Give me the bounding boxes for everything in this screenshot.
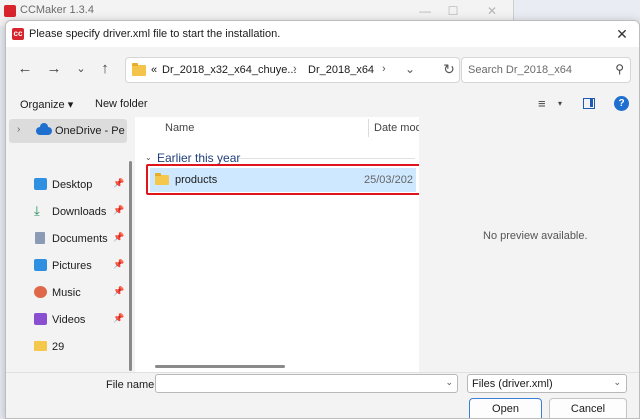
videos-icon <box>34 313 47 325</box>
forward-arrow-icon[interactable]: → <box>43 59 65 79</box>
back-arrow-icon[interactable]: ← <box>14 59 36 79</box>
column-header-name[interactable]: Name <box>165 117 194 139</box>
sidebar-item-pictures[interactable]: Pictures 📌 <box>33 256 128 276</box>
breadcrumb-item[interactable]: Dr_2018_x64 <box>308 64 374 76</box>
background-app-title: CCMaker 1.3.4 <box>20 4 94 16</box>
address-dropdown-chevron-icon[interactable]: ⌄ <box>405 62 415 76</box>
pin-icon: 📌 <box>113 259 125 269</box>
search-icon: ⚲ <box>615 62 624 76</box>
documents-icon <box>35 232 45 244</box>
sidebar-item-videos[interactable]: Videos 📌 <box>33 310 128 330</box>
expand-chevron-icon[interactable]: › <box>17 124 20 135</box>
navigation-row: ← → ⌄ ↑ « Dr_2018_x32_x64_chuye... › Dr_… <box>6 47 639 91</box>
open-file-dialog: cc Please specify driver.xml file to sta… <box>5 20 640 419</box>
preview-pane-icon[interactable] <box>583 98 595 109</box>
navigation-pane: › OneDrive - Perso Desktop 📌 ⤓ Downloads… <box>6 117 135 372</box>
dialog-close-button[interactable]: ✕ <box>611 24 633 44</box>
sidebar-item-label: Desktop <box>52 179 93 191</box>
file-type-select[interactable]: Files (driver.xml) ⌄ <box>467 374 627 393</box>
cancel-button[interactable]: Cancel <box>549 398 627 418</box>
folder-icon <box>34 341 47 351</box>
pin-icon: 📌 <box>113 313 125 323</box>
sidebar-item-label: Videos <box>52 314 86 326</box>
preview-message: No preview available. <box>483 230 588 242</box>
pin-icon: 📌 <box>113 286 125 296</box>
desktop-icon <box>34 178 47 190</box>
command-bar: Organize ▾ New folder ≡ ▾ <box>6 91 639 117</box>
maximize-icon[interactable]: ☐ <box>440 2 466 20</box>
sidebar-item-label: OneDrive - Perso <box>55 125 125 137</box>
open-button[interactable]: Open <box>469 398 542 418</box>
sidebar-item-label: Pictures <box>52 260 92 272</box>
view-dropdown-chevron-icon[interactable]: ▾ <box>558 99 562 108</box>
pin-icon: 📌 <box>113 205 125 215</box>
file-type-value: Files (driver.xml) <box>472 378 553 390</box>
search-box[interactable]: Search Dr_2018_x64 ⚲ <box>461 57 631 83</box>
folder-icon <box>132 63 146 76</box>
download-icon: ⤓ <box>34 203 40 218</box>
help-icon[interactable]: ? <box>614 96 629 111</box>
column-header-date-modified[interactable]: Date mod <box>374 117 419 139</box>
recent-locations-chevron-icon[interactable]: ⌄ <box>70 59 92 79</box>
ccmaker-app-icon <box>4 5 16 17</box>
address-bar[interactable]: « Dr_2018_x32_x64_chuye... › Dr_2018_x64… <box>125 57 460 83</box>
sidebar-item-label: Documents <box>52 233 108 245</box>
sidebar-item-downloads[interactable]: ⤓ Downloads 📌 <box>33 202 128 222</box>
minimize-icon[interactable]: — <box>412 2 438 20</box>
close-icon[interactable]: ✕ <box>479 2 505 20</box>
sidebar-item-label: 29 <box>52 341 65 353</box>
file-name-label: File name: <box>106 379 158 391</box>
file-name-dropdown-chevron-icon[interactable]: ⌄ <box>445 377 453 388</box>
sidebar-item-label: Downloads <box>52 206 107 218</box>
onedrive-cloud-icon <box>36 123 52 135</box>
music-icon <box>34 286 47 298</box>
file-list: Name Date mod ⌄ Earlier this year produc… <box>135 117 422 372</box>
pin-icon: 📌 <box>113 178 125 188</box>
search-input[interactable]: Search Dr_2018_x64 <box>468 64 572 76</box>
horizontal-scrollbar[interactable] <box>155 365 285 368</box>
sidebar-scrollbar[interactable] <box>129 161 132 371</box>
file-name-input[interactable]: ⌄ <box>155 374 458 393</box>
pin-icon: 📌 <box>113 232 125 242</box>
group-divider <box>239 158 415 159</box>
sidebar-item-music[interactable]: Music 📌 <box>33 283 128 303</box>
organize-button[interactable]: Organize ▾ <box>20 98 73 111</box>
group-collapse-chevron-icon[interactable]: ⌄ <box>145 153 152 162</box>
dialog-footer: File name: ⌄ Files (driver.xml) ⌄ Open C… <box>6 372 639 418</box>
sidebar-item-onedrive[interactable]: › OneDrive - Perso <box>9 119 127 143</box>
pictures-icon <box>34 259 47 271</box>
file-type-chevron-icon: ⌄ <box>613 377 621 387</box>
breadcrumb-item[interactable]: Dr_2018_x32_x64_chuye... <box>162 64 297 76</box>
group-header[interactable]: Earlier this year <box>157 151 240 165</box>
refresh-icon[interactable]: ↻ <box>437 61 461 78</box>
ccmaker-app-icon: cc <box>12 28 24 40</box>
dialog-title: Please specify driver.xml file to start … <box>29 28 281 40</box>
dialog-titlebar: cc Please specify driver.xml file to sta… <box>6 21 639 47</box>
breadcrumb-overflow[interactable]: « <box>151 64 157 76</box>
sidebar-item-label: Music <box>52 287 81 299</box>
view-options-icon[interactable]: ≡ <box>538 96 546 111</box>
sidebar-item-documents[interactable]: Documents 📌 <box>33 229 128 249</box>
sidebar-item-folder-29[interactable]: 29 <box>33 337 128 357</box>
column-divider[interactable] <box>368 119 369 137</box>
breadcrumb-separator-icon[interactable]: › <box>382 63 386 75</box>
breadcrumb-separator-icon[interactable]: › <box>293 63 297 75</box>
highlight-annotation-box <box>146 164 422 195</box>
sidebar-item-desktop[interactable]: Desktop 📌 <box>33 175 128 195</box>
up-arrow-icon[interactable]: ↑ <box>94 59 116 79</box>
new-folder-button[interactable]: New folder <box>95 98 148 110</box>
preview-pane: No preview available. <box>419 117 639 372</box>
